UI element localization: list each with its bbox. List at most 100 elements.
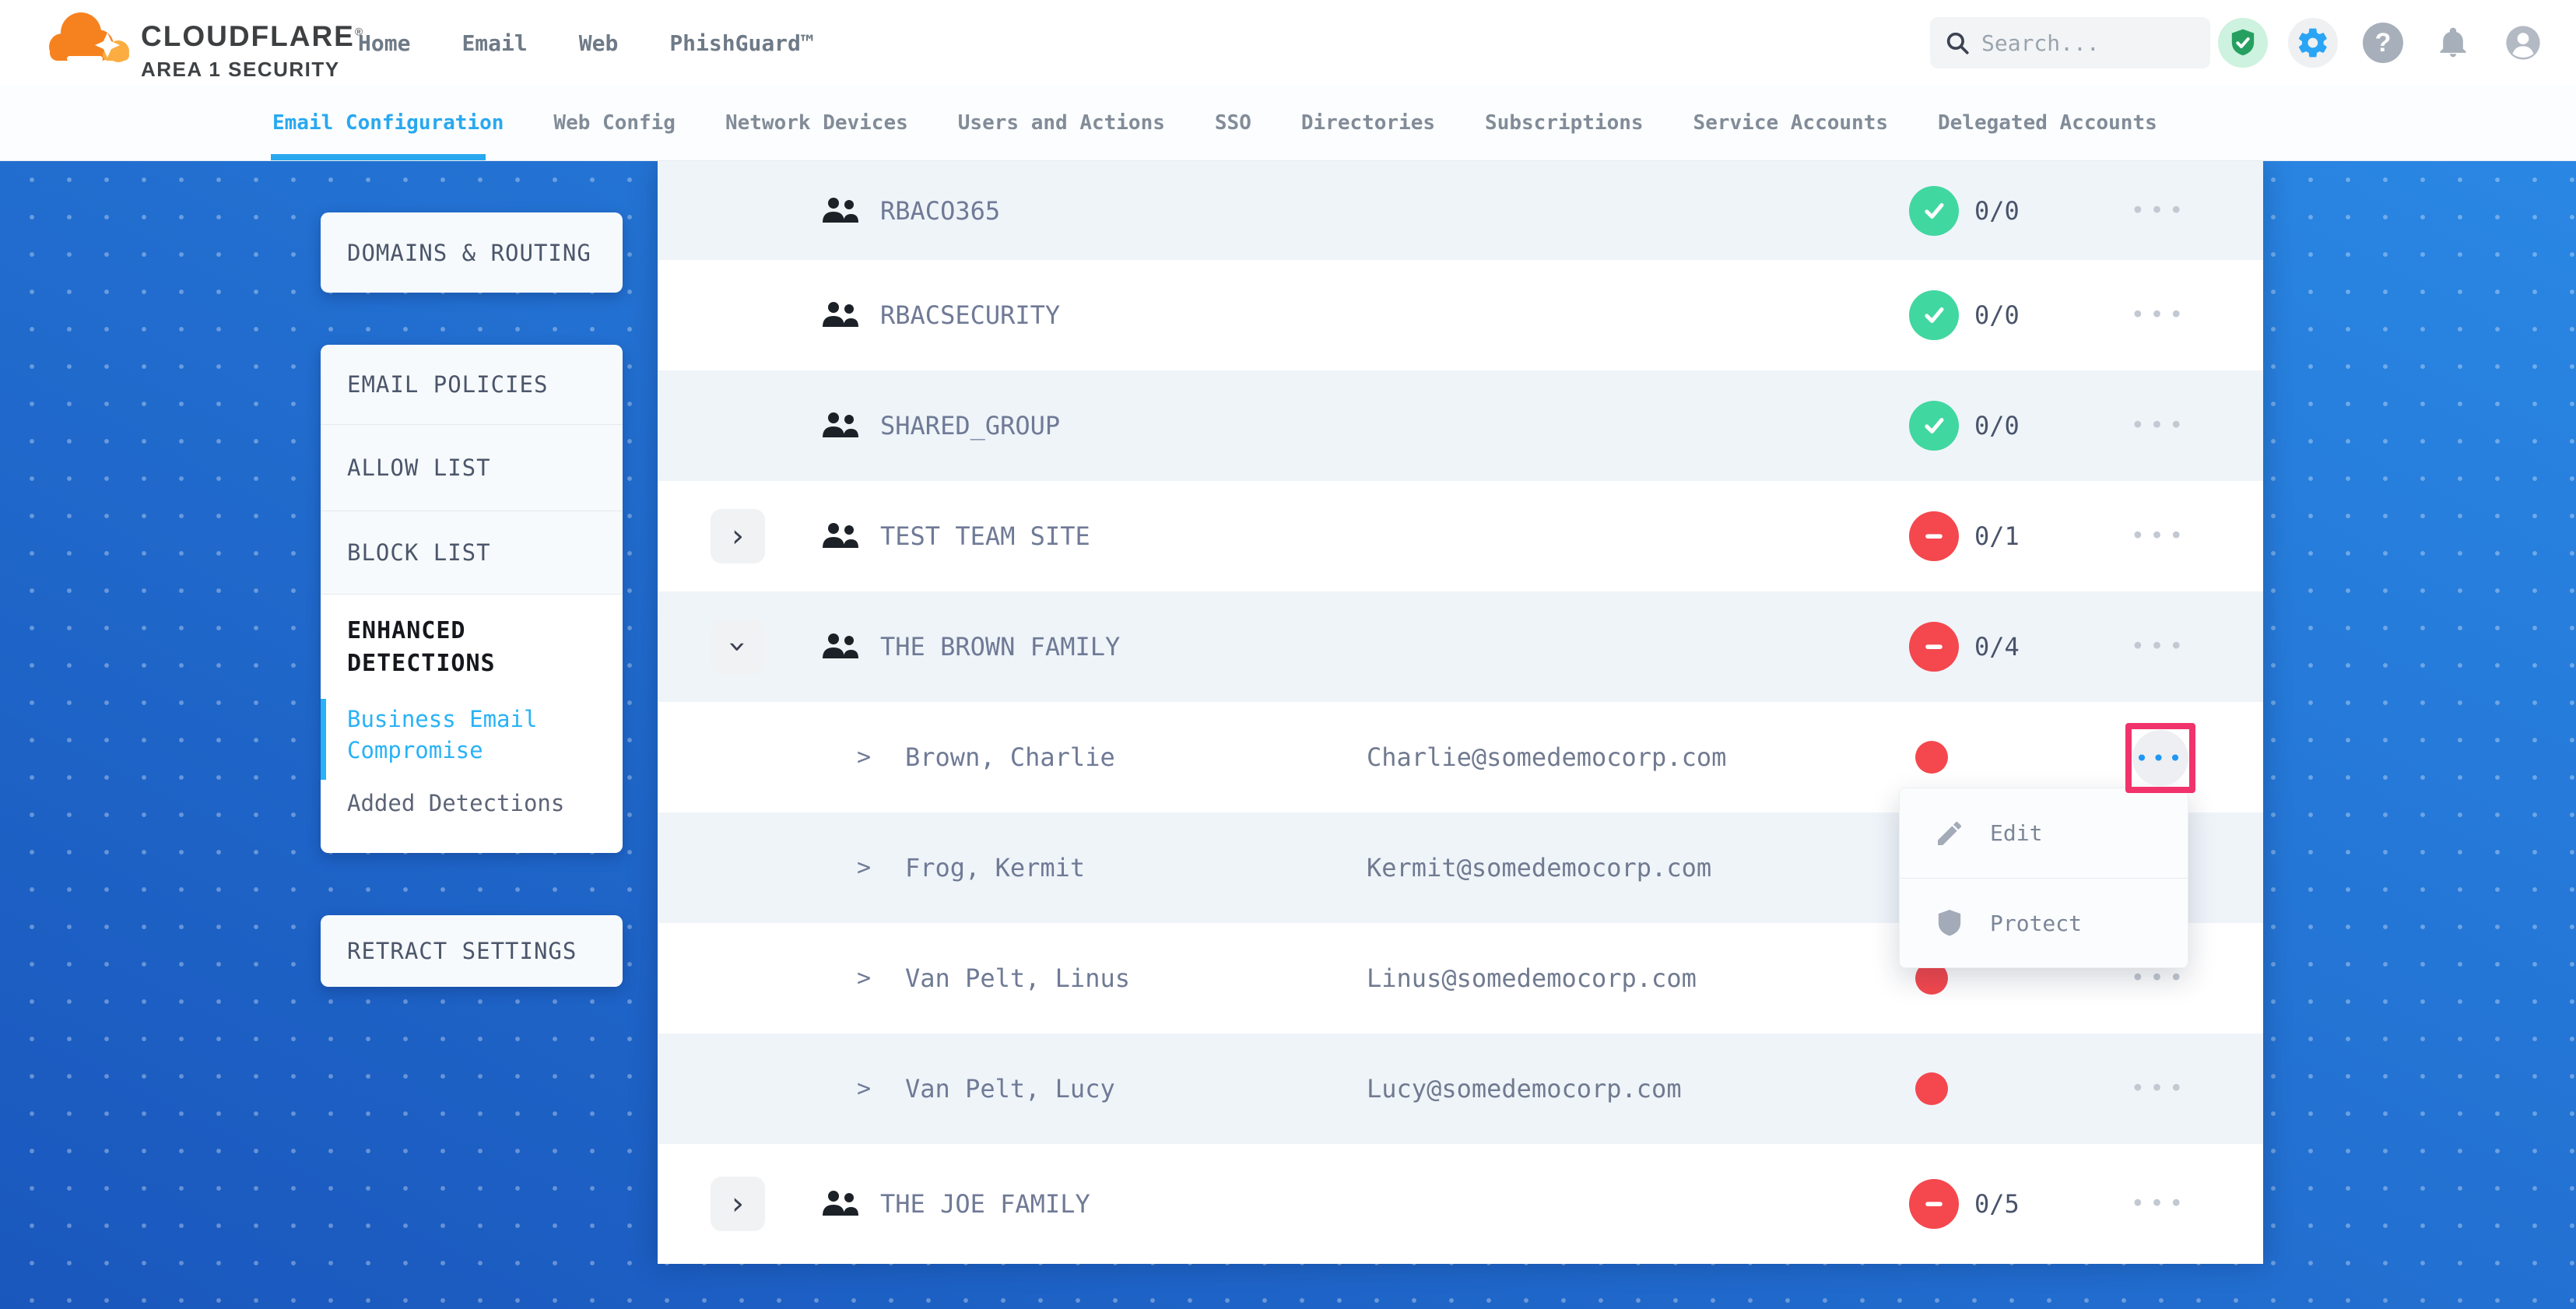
- row-menu-button[interactable]: •••: [2113, 197, 2206, 224]
- expand-button[interactable]: ›: [711, 509, 765, 563]
- user-email: Linus@somedemocorp.com: [1367, 963, 1697, 993]
- nav-item-phishguard[interactable]: PhishGuard™: [669, 30, 813, 56]
- shield-check-icon[interactable]: [2218, 18, 2268, 68]
- tab-subscriptions[interactable]: Subscriptions: [1485, 111, 1644, 135]
- chevron-right-icon: >: [857, 1076, 871, 1103]
- pencil-icon: [1934, 818, 1965, 849]
- group-icon: [821, 300, 858, 330]
- sidebar-item-domains-routing[interactable]: DOMAINS & ROUTING: [321, 212, 623, 293]
- row-menu-button[interactable]: •••: [2113, 1076, 2206, 1103]
- group-name: TEST TEAM SITE: [880, 521, 1090, 551]
- nav-item-home[interactable]: Home: [358, 30, 410, 56]
- ellipsis-icon: •••: [2131, 302, 2188, 329]
- group-icon: [821, 521, 858, 551]
- tab-web-config[interactable]: Web Config: [553, 111, 676, 135]
- tabs: Email Configuration Web Config Network D…: [0, 86, 2576, 160]
- protection-count: 0/1: [1974, 521, 2020, 551]
- chevron-right-icon: ›: [732, 521, 744, 552]
- domains-routing-label: DOMAINS & ROUTING: [347, 240, 591, 266]
- status-alert-dot: [1915, 1072, 1948, 1105]
- click-highlight-annotation: •••: [2125, 723, 2195, 793]
- sidebar-item-block-list[interactable]: BLOCK LIST: [321, 511, 623, 595]
- status-ok-badge: [1909, 186, 1959, 236]
- user-email: Lucy@somedemocorp.com: [1367, 1074, 1682, 1104]
- bell-icon[interactable]: [2428, 18, 2478, 68]
- search-icon: [1944, 30, 1971, 56]
- protection-count: 0/0: [1974, 411, 2020, 440]
- logo-title: CLOUDFLARE®: [141, 20, 364, 53]
- collapse-button[interactable]: ›: [711, 619, 765, 674]
- tab-users-and-actions[interactable]: Users and Actions: [958, 111, 1165, 135]
- search-input[interactable]: [1981, 30, 2196, 56]
- menu-item-protect[interactable]: Protect: [1900, 878, 2188, 967]
- tab-network-devices[interactable]: Network Devices: [725, 111, 908, 135]
- logo-text: CLOUDFLARE® AREA 1 SECURITY: [141, 20, 364, 82]
- chevron-down-icon: ›: [722, 640, 753, 653]
- menu-item-edit[interactable]: Edit: [1900, 788, 2188, 878]
- header-icon-buttons: ?: [2218, 18, 2548, 68]
- chevron-right-icon: >: [857, 855, 871, 882]
- row-menu-button[interactable]: •••: [2113, 523, 2206, 550]
- protection-count: 0/0: [1974, 300, 2020, 330]
- ellipsis-icon: •••: [2131, 523, 2188, 550]
- expand-button[interactable]: ›: [711, 1177, 765, 1231]
- group-icon: [821, 1189, 858, 1219]
- chevron-right-icon: ›: [732, 1188, 744, 1220]
- tab-service-accounts[interactable]: Service Accounts: [1693, 111, 1888, 135]
- row-menu-button[interactable]: •••: [2113, 965, 2206, 992]
- protection-count: 0/5: [1974, 1189, 2020, 1219]
- ellipsis-icon: •••: [2131, 1076, 2188, 1103]
- protection-count: 0/0: [1974, 196, 2020, 226]
- ellipsis-icon: •••: [2131, 412, 2188, 440]
- table-row[interactable]: > Van Pelt, Lucy Lucy@somedemocorp.com •…: [658, 1034, 2263, 1144]
- shield-icon: [1934, 907, 1965, 939]
- user-email: Kermit@somedemocorp.com: [1367, 853, 1711, 883]
- chevron-right-icon: >: [857, 744, 871, 771]
- user-name: Frog, Kermit: [905, 853, 1085, 883]
- table-row[interactable]: › TEST TEAM SITE 0/1 •••: [658, 481, 2263, 591]
- help-icon[interactable]: ?: [2358, 18, 2408, 68]
- group-name: THE BROWN FAMILY: [880, 632, 1120, 662]
- row-context-menu: Edit Protect: [1899, 788, 2188, 968]
- logo-subtitle: AREA 1 SECURITY: [141, 58, 364, 82]
- nav-item-email[interactable]: Email: [462, 30, 527, 56]
- row-menu-button-open[interactable]: •••: [2132, 730, 2188, 786]
- row-menu-button[interactable]: •••: [2113, 1191, 2206, 1218]
- sidebar-item-allow-list[interactable]: ALLOW LIST: [321, 425, 623, 511]
- group-icon: [821, 196, 858, 226]
- ellipsis-icon: •••: [2131, 197, 2188, 224]
- section-tab-bar: Email Configuration Web Config Network D…: [0, 86, 2576, 161]
- sidebar-item-added-detections[interactable]: Added Detections: [347, 788, 596, 819]
- table-row[interactable]: › THE BROWN FAMILY 0/4 •••: [658, 591, 2263, 702]
- status-alert-badge: [1909, 1179, 1959, 1229]
- table-row[interactable]: › THE JOE FAMILY 0/5 •••: [658, 1144, 2263, 1264]
- ellipsis-icon: •••: [2131, 633, 2188, 661]
- user-name: Brown, Charlie: [905, 742, 1115, 772]
- gear-icon[interactable]: [2288, 18, 2338, 68]
- active-tab-underline: [271, 154, 486, 160]
- sidebar-item-retract-settings[interactable]: RETRACT SETTINGS: [321, 915, 623, 987]
- enhanced-detections-title: ENHANCED DETECTIONS: [347, 615, 565, 680]
- sidebar-item-email-policies[interactable]: EMAIL POLICIES: [321, 345, 623, 425]
- table-row[interactable]: RBACSECURITY 0/0 •••: [658, 260, 2263, 370]
- tab-email-configuration[interactable]: Email Configuration: [272, 111, 504, 135]
- user-name: Van Pelt, Linus: [905, 963, 1130, 993]
- nav-item-web[interactable]: Web: [579, 30, 619, 56]
- user-icon[interactable]: [2498, 18, 2548, 68]
- table-row[interactable]: RBACO365 0/0 •••: [658, 161, 2263, 260]
- sidebar-item-business-email-compromise[interactable]: Business Email Compromise: [347, 704, 542, 766]
- tab-directories[interactable]: Directories: [1301, 111, 1435, 135]
- cloudflare-cloud-logo-icon: [47, 9, 134, 73]
- tab-sso[interactable]: SSO: [1215, 111, 1251, 135]
- status-alert-badge: [1909, 622, 1959, 672]
- enhanced-detections-section: ENHANCED DETECTIONS Business Email Compr…: [321, 595, 623, 853]
- row-menu-button[interactable]: •••: [2113, 302, 2206, 329]
- row-menu-button[interactable]: •••: [2113, 633, 2206, 661]
- status-alert-dot: [1915, 741, 1948, 774]
- tab-delegated-accounts[interactable]: Delegated Accounts: [1938, 111, 2157, 135]
- table-row[interactable]: SHARED_GROUP 0/0 •••: [658, 370, 2263, 481]
- row-menu-button[interactable]: •••: [2113, 412, 2206, 440]
- active-item-bar: [321, 699, 326, 780]
- primary-nav: Home Email Web PhishGuard™: [358, 0, 814, 86]
- search-box[interactable]: [1930, 17, 2210, 68]
